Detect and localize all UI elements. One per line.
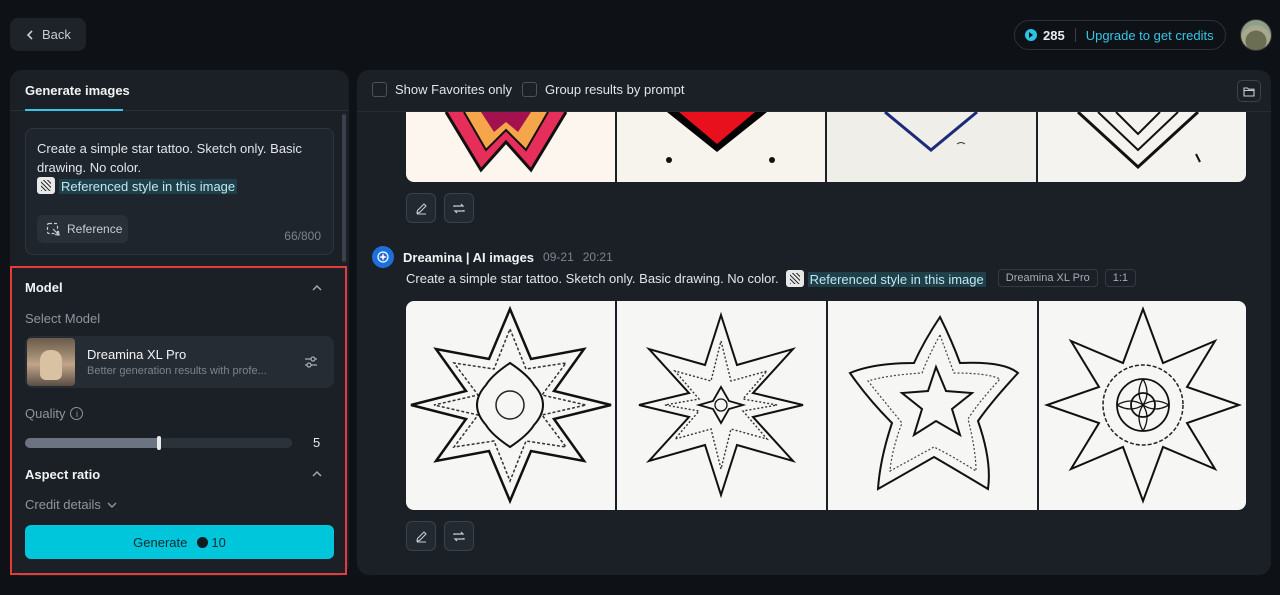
highlight-box — [10, 266, 347, 575]
generation-date: 09-21 — [543, 250, 574, 264]
back-button[interactable]: Back — [10, 18, 86, 51]
chevron-left-icon — [26, 29, 33, 40]
avatar[interactable] — [1240, 19, 1272, 51]
model-tag: Dreamina XL Pro — [997, 269, 1098, 287]
image-row — [406, 301, 1246, 510]
reference-chip[interactable]: Referenced style in this image — [59, 179, 238, 194]
prompt-input[interactable]: Create a simple star tattoo. Sketch only… — [25, 128, 334, 255]
divider — [1074, 28, 1076, 42]
edit-button[interactable] — [406, 193, 436, 223]
generated-image[interactable] — [406, 301, 615, 510]
prompt-text: Create a simple star tattoo. Sketch only… — [406, 270, 779, 286]
brand-name: Dreamina | AI images — [403, 249, 535, 265]
reference-chip[interactable]: Referenced style in this image — [785, 269, 986, 287]
generated-image[interactable] — [406, 112, 615, 182]
pencil-icon — [415, 530, 427, 543]
reference-icon — [46, 222, 60, 236]
regenerate-button[interactable] — [444, 193, 474, 223]
reference-chip-label: Referenced style in this image — [807, 271, 986, 287]
repeat-icon — [453, 531, 465, 541]
reference-button[interactable]: Reference — [37, 215, 128, 243]
favorites-checkbox[interactable] — [372, 82, 387, 97]
generated-image[interactable] — [828, 301, 1037, 510]
back-label: Back — [42, 27, 71, 42]
group-results-option[interactable]: Group results by prompt — [522, 82, 684, 97]
reference-thumbnail — [37, 177, 55, 194]
generated-image[interactable] — [617, 301, 826, 510]
previous-image-row — [406, 112, 1246, 182]
char-count: 66/800 — [284, 229, 321, 243]
group-label: Group results by prompt — [545, 82, 685, 97]
regenerate-button[interactable] — [444, 521, 474, 551]
show-favorites-option[interactable]: Show Favorites only — [372, 82, 512, 97]
group-checkbox[interactable] — [522, 82, 537, 97]
credit-icon — [1025, 29, 1037, 41]
generation-header: Dreamina | AI images 09-21 20:21 — [372, 246, 613, 268]
upgrade-link[interactable]: Upgrade to get credits — [1086, 28, 1214, 43]
repeat-icon — [453, 203, 465, 213]
credits-pill[interactable]: 285 Upgrade to get credits — [1014, 20, 1226, 50]
scrollbar[interactable] — [342, 114, 346, 262]
edit-button[interactable] — [406, 521, 436, 551]
generated-image[interactable] — [1039, 301, 1246, 510]
folder-button[interactable] — [1237, 80, 1261, 102]
favorites-label: Show Favorites only — [395, 82, 513, 97]
dreamina-icon — [372, 246, 394, 268]
generated-image[interactable] — [827, 112, 1036, 182]
prompt-text: Create a simple star tattoo. Sketch only… — [37, 141, 302, 175]
results-panel: Show Favorites only Group results by pro… — [357, 70, 1271, 575]
tab-underline — [25, 109, 123, 111]
generated-image[interactable] — [616, 112, 825, 182]
generated-image[interactable] — [1037, 112, 1246, 182]
generation-prompt: Create a simple star tattoo. Sketch only… — [406, 269, 1137, 287]
tab-bar: Generate images — [10, 70, 349, 111]
reference-label: Reference — [67, 221, 123, 236]
generation-time: 20:21 — [582, 250, 613, 264]
pencil-icon — [415, 202, 427, 215]
tab-generate-images[interactable]: Generate images — [25, 83, 130, 98]
credit-count: 285 — [1043, 27, 1065, 43]
reference-thumbnail — [785, 269, 804, 287]
ratio-tag: 1:1 — [1104, 269, 1137, 287]
folder-icon — [1243, 86, 1255, 97]
